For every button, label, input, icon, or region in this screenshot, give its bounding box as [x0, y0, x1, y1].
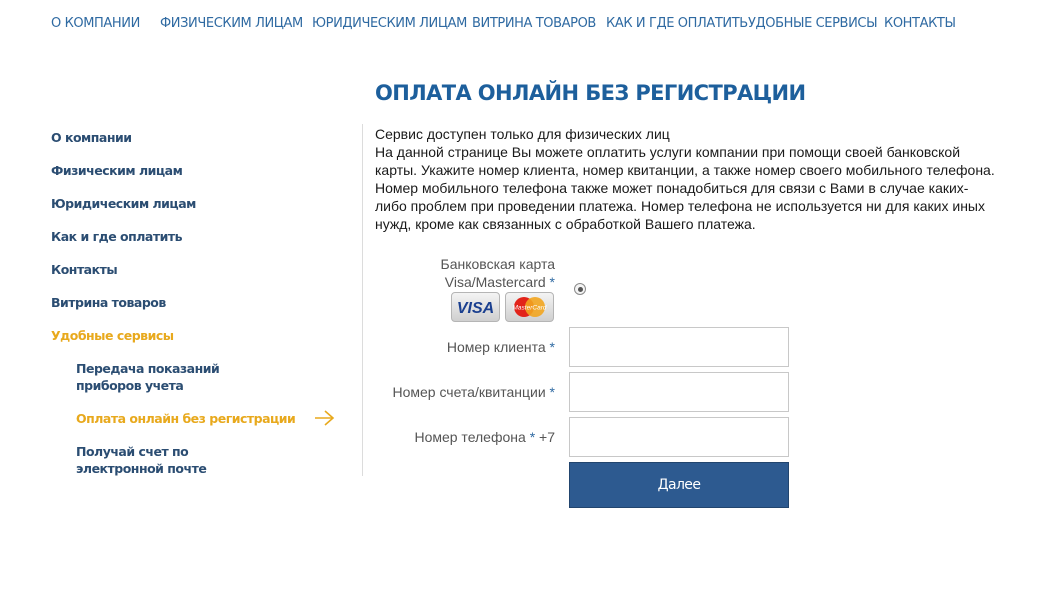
visa-card-icon: VISA [451, 292, 500, 322]
account-number-label-text: Номер счета/квитанции [392, 384, 546, 400]
intro-notice: Сервис доступен только для физических ли… [375, 126, 670, 142]
card-type-radio[interactable] [574, 283, 586, 295]
sidebar-item-about[interactable]: О компании [51, 129, 311, 146]
nav-link-about[interactable]: О КОМПАНИИ [51, 14, 140, 34]
arrow-right-icon [315, 410, 335, 426]
radio-selected-dot [577, 286, 583, 292]
client-number-label-text: Номер клиента [446, 339, 546, 355]
sidebar-divider [362, 124, 363, 476]
phone-number-label-text: Номер телефона [414, 429, 526, 445]
sidebar-item-individuals[interactable]: Физическим лицам [51, 162, 311, 179]
nav-link-individuals[interactable]: ФИЗИЧЕСКИМ ЛИЦАМ [160, 14, 303, 34]
phone-prefix: +7 [539, 429, 555, 445]
client-number-input[interactable] [569, 327, 789, 367]
svg-text:VISA: VISA [457, 300, 494, 317]
nav-link-services[interactable]: УДОБНЫЕ СЕРВИСЫ [748, 14, 878, 34]
card-type-label: Банковская карта Visa/Mastercard * [441, 255, 555, 291]
top-navigation: О КОМПАНИИ ФИЗИЧЕСКИМ ЛИЦАМ ЮРИДИЧЕСКИМ … [0, 14, 1054, 36]
svg-text:MasterCard: MasterCard [513, 305, 547, 312]
card-type-label-line1: Банковская карта [440, 256, 555, 272]
required-mark: * [549, 384, 555, 400]
page-title: ОПЛАТА ОНЛАЙН БЕЗ РЕГИСТРАЦИИ [375, 81, 806, 105]
next-button[interactable]: Далее [569, 462, 789, 508]
sidebar-item-services[interactable]: Удобные сервисы [51, 327, 311, 344]
sidebar-subitem-meter-readings[interactable]: Передача показаний приборов учета [76, 360, 276, 394]
nav-link-contacts[interactable]: КОНТАКТЫ [884, 14, 956, 34]
client-number-label: Номер клиента * [447, 338, 555, 356]
intro-text: Сервис доступен только для физических ли… [375, 125, 995, 233]
phone-number-label: Номер телефона * +7 [414, 428, 555, 446]
account-number-input[interactable] [569, 372, 789, 412]
account-number-label: Номер счета/квитанции * [392, 383, 555, 401]
sidebar-item-contacts[interactable]: Контакты [51, 261, 311, 278]
card-type-label-line2: Visa/Mastercard [444, 274, 546, 290]
required-mark: * [549, 339, 555, 355]
sidebar-item-legal-entities[interactable]: Юридическим лицам [51, 195, 311, 212]
phone-number-input[interactable] [569, 417, 789, 457]
required-mark: * [549, 274, 555, 290]
intro-description: На данной странице Вы можете оплатить ус… [375, 144, 995, 232]
nav-link-how-to-pay[interactable]: КАК И ГДЕ ОПЛАТИТЬ [606, 14, 748, 34]
sidebar-subitem-online-payment[interactable]: Оплата онлайн без регистрации [76, 410, 296, 427]
required-mark: * [529, 429, 536, 445]
card-logos: VISA MasterCard [451, 292, 555, 322]
mastercard-icon: MasterCard [505, 292, 554, 322]
nav-link-showcase[interactable]: ВИТРИНА ТОВАРОВ [472, 14, 596, 34]
nav-link-legal-entities[interactable]: ЮРИДИЧЕСКИМ ЛИЦАМ [312, 14, 467, 34]
sidebar-subitem-email-bill[interactable]: Получай счет по электронной почте [76, 443, 276, 477]
sidebar-item-how-to-pay[interactable]: Как и где оплатить [51, 228, 311, 245]
sidebar-item-showcase[interactable]: Витрина товаров [51, 294, 311, 311]
